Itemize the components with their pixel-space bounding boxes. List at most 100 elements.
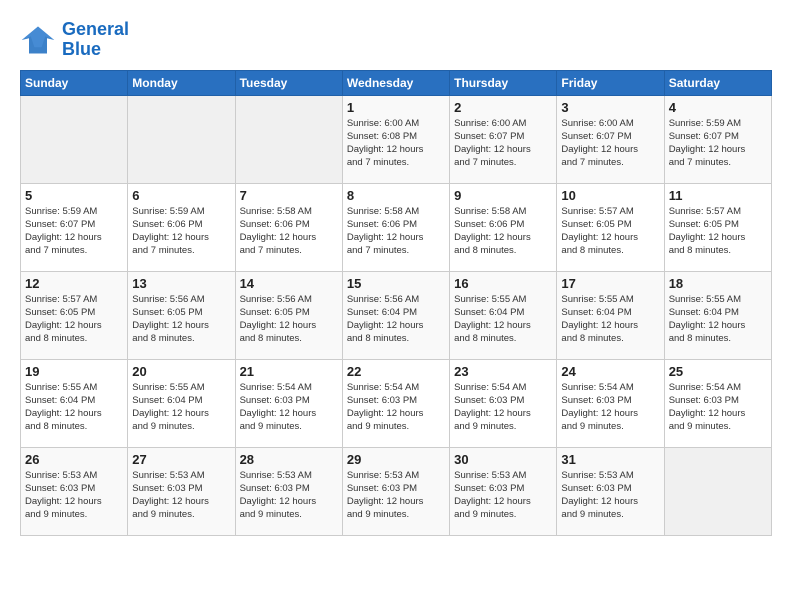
day-number: 19 (25, 364, 123, 379)
day-number: 2 (454, 100, 552, 115)
day-info: Sunrise: 5:58 AM Sunset: 6:06 PM Dayligh… (240, 205, 338, 258)
calendar-week-1: 1 Sunrise: 6:00 AM Sunset: 6:08 PM Daylig… (21, 95, 772, 183)
day-number: 16 (454, 276, 552, 291)
page-header: General Blue (20, 20, 772, 60)
calendar-cell (21, 95, 128, 183)
day-info: Sunrise: 5:53 AM Sunset: 6:03 PM Dayligh… (347, 469, 445, 522)
day-info: Sunrise: 5:55 AM Sunset: 6:04 PM Dayligh… (454, 293, 552, 346)
calendar-cell: 26Sunrise: 5:53 AM Sunset: 6:03 PM Dayli… (21, 447, 128, 535)
day-number: 28 (240, 452, 338, 467)
calendar-week-5: 26 Sunrise: 5:53 AM Sunset: 6:03 PM Dayli… (21, 447, 772, 535)
day-number: 24 (561, 364, 659, 379)
day-number: 29 (347, 452, 445, 467)
day-info: Sunrise: 5:55 AM Sunset: 6:04 PM Dayligh… (132, 381, 230, 434)
calendar-cell: 9 Sunrise: 5:58 AM Sunset: 6:06 PM Daylig… (450, 183, 557, 271)
day-info: Sunrise: 5:53 AM Sunset: 6:03 PM Dayligh… (454, 469, 552, 522)
weekday-header-friday: Friday (557, 70, 664, 95)
day-info: Sunrise: 5:54 AM Sunset: 6:03 PM Dayligh… (240, 381, 338, 434)
calendar-cell: 29 Sunrise: 5:53 AM Sunset: 6:03 PM Dayli… (342, 447, 449, 535)
calendar-cell: 30 Sunrise: 5:53 AM Sunset: 6:03 PM Dayli… (450, 447, 557, 535)
weekday-header-sunday: Sunday (21, 70, 128, 95)
logo: General Blue (20, 20, 129, 60)
calendar-cell: 21 Sunrise: 5:54 AM Sunset: 6:03 PM Dayli… (235, 359, 342, 447)
day-number: 18 (669, 276, 767, 291)
logo-icon (20, 22, 56, 58)
calendar-cell: 13 Sunrise: 5:56 AM Sunset: 6:05 PM Dayli… (128, 271, 235, 359)
calendar-cell (664, 447, 771, 535)
day-info: Sunrise: 5:58 AM Sunset: 6:06 PM Dayligh… (347, 205, 445, 258)
calendar-cell: 22 Sunrise: 5:54 AM Sunset: 6:03 PM Dayli… (342, 359, 449, 447)
day-number: 31 (561, 452, 659, 467)
day-info: Sunrise: 5:54 AM Sunset: 6:03 PM Dayligh… (669, 381, 767, 434)
calendar-cell: 18 Sunrise: 5:55 AM Sunset: 6:04 PM Dayli… (664, 271, 771, 359)
day-number: 1 (347, 100, 445, 115)
logo-text: General Blue (62, 20, 129, 60)
day-number: 26 (25, 452, 123, 467)
calendar-cell: 23 Sunrise: 5:54 AM Sunset: 6:03 PM Dayli… (450, 359, 557, 447)
calendar-cell: 10 Sunrise: 5:57 AM Sunset: 6:05 PM Dayli… (557, 183, 664, 271)
day-info: Sunrise: 5:56 AM Sunset: 6:05 PM Dayligh… (132, 293, 230, 346)
day-number: 23 (454, 364, 552, 379)
calendar-cell: 25 Sunrise: 5:54 AM Sunset: 6:03 PM Dayli… (664, 359, 771, 447)
day-number: 14 (240, 276, 338, 291)
day-info: Sunrise: 5:59 AM Sunset: 6:07 PM Dayligh… (669, 117, 767, 170)
day-number: 25 (669, 364, 767, 379)
day-number: 7 (240, 188, 338, 203)
day-info: Sunrise: 6:00 AM Sunset: 6:07 PM Dayligh… (561, 117, 659, 170)
day-number: 3 (561, 100, 659, 115)
day-info: Sunrise: 5:58 AM Sunset: 6:06 PM Dayligh… (454, 205, 552, 258)
day-number: 27 (132, 452, 230, 467)
day-info: Sunrise: 5:53 AM Sunset: 6:03 PM Dayligh… (561, 469, 659, 522)
day-number: 22 (347, 364, 445, 379)
day-info: Sunrise: 5:55 AM Sunset: 6:04 PM Dayligh… (25, 381, 123, 434)
calendar-cell: 20 Sunrise: 5:55 AM Sunset: 6:04 PM Dayli… (128, 359, 235, 447)
day-info: Sunrise: 5:57 AM Sunset: 6:05 PM Dayligh… (25, 293, 123, 346)
calendar-cell: 19 Sunrise: 5:55 AM Sunset: 6:04 PM Dayli… (21, 359, 128, 447)
day-info: Sunrise: 5:55 AM Sunset: 6:04 PM Dayligh… (669, 293, 767, 346)
day-number: 5 (25, 188, 123, 203)
day-number: 13 (132, 276, 230, 291)
day-number: 30 (454, 452, 552, 467)
calendar-cell: 28 Sunrise: 5:53 AM Sunset: 6:03 PM Dayli… (235, 447, 342, 535)
day-number: 9 (454, 188, 552, 203)
calendar-cell: 5Sunrise: 5:59 AM Sunset: 6:07 PM Daylig… (21, 183, 128, 271)
calendar-cell: 12Sunrise: 5:57 AM Sunset: 6:05 PM Dayli… (21, 271, 128, 359)
calendar-cell: 2 Sunrise: 6:00 AM Sunset: 6:07 PM Daylig… (450, 95, 557, 183)
calendar-cell: 14Sunrise: 5:56 AM Sunset: 6:05 PM Dayli… (235, 271, 342, 359)
weekday-header-wednesday: Wednesday (342, 70, 449, 95)
calendar-week-2: 5Sunrise: 5:59 AM Sunset: 6:07 PM Daylig… (21, 183, 772, 271)
calendar-cell: 11 Sunrise: 5:57 AM Sunset: 6:05 PM Dayli… (664, 183, 771, 271)
calendar-header-row: SundayMondayTuesdayWednesdayThursdayFrid… (21, 70, 772, 95)
calendar-cell: 3 Sunrise: 6:00 AM Sunset: 6:07 PM Daylig… (557, 95, 664, 183)
day-info: Sunrise: 5:54 AM Sunset: 6:03 PM Dayligh… (454, 381, 552, 434)
calendar-cell: 6Sunrise: 5:59 AM Sunset: 6:06 PM Daylig… (128, 183, 235, 271)
day-number: 20 (132, 364, 230, 379)
day-info: Sunrise: 5:54 AM Sunset: 6:03 PM Dayligh… (347, 381, 445, 434)
day-info: Sunrise: 6:00 AM Sunset: 6:07 PM Dayligh… (454, 117, 552, 170)
day-number: 4 (669, 100, 767, 115)
calendar-cell: 8 Sunrise: 5:58 AM Sunset: 6:06 PM Daylig… (342, 183, 449, 271)
calendar-cell: 16 Sunrise: 5:55 AM Sunset: 6:04 PM Dayli… (450, 271, 557, 359)
calendar-cell (235, 95, 342, 183)
weekday-header-tuesday: Tuesday (235, 70, 342, 95)
day-info: Sunrise: 5:54 AM Sunset: 6:03 PM Dayligh… (561, 381, 659, 434)
day-number: 8 (347, 188, 445, 203)
calendar-cell: 7 Sunrise: 5:58 AM Sunset: 6:06 PM Daylig… (235, 183, 342, 271)
day-info: Sunrise: 5:53 AM Sunset: 6:03 PM Dayligh… (240, 469, 338, 522)
weekday-header-thursday: Thursday (450, 70, 557, 95)
calendar-cell: 31 Sunrise: 5:53 AM Sunset: 6:03 PM Dayli… (557, 447, 664, 535)
calendar-week-4: 19 Sunrise: 5:55 AM Sunset: 6:04 PM Dayli… (21, 359, 772, 447)
calendar-cell: 17Sunrise: 5:55 AM Sunset: 6:04 PM Dayli… (557, 271, 664, 359)
day-info: Sunrise: 5:57 AM Sunset: 6:05 PM Dayligh… (561, 205, 659, 258)
day-info: Sunrise: 5:59 AM Sunset: 6:06 PM Dayligh… (132, 205, 230, 258)
day-number: 10 (561, 188, 659, 203)
day-number: 11 (669, 188, 767, 203)
day-info: Sunrise: 5:53 AM Sunset: 6:03 PM Dayligh… (132, 469, 230, 522)
day-number: 17 (561, 276, 659, 291)
day-number: 21 (240, 364, 338, 379)
calendar-week-3: 12Sunrise: 5:57 AM Sunset: 6:05 PM Dayli… (21, 271, 772, 359)
day-info: Sunrise: 5:57 AM Sunset: 6:05 PM Dayligh… (669, 205, 767, 258)
calendar-cell: 15Sunrise: 5:56 AM Sunset: 6:04 PM Dayli… (342, 271, 449, 359)
calendar-cell: 1 Sunrise: 6:00 AM Sunset: 6:08 PM Daylig… (342, 95, 449, 183)
day-info: Sunrise: 6:00 AM Sunset: 6:08 PM Dayligh… (347, 117, 445, 170)
